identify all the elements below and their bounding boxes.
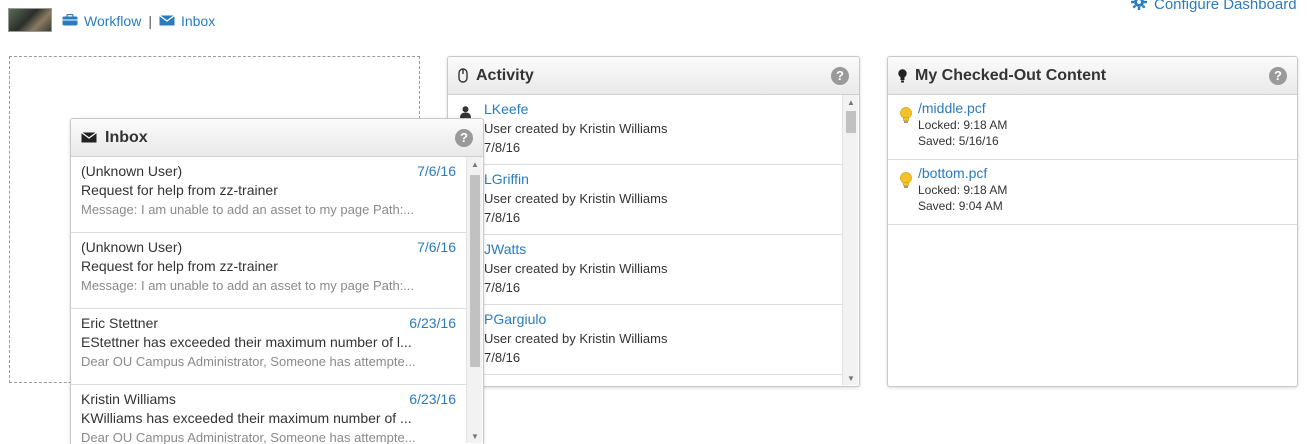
message-sender: (Unknown User) [81, 163, 183, 179]
locked-time: Locked: 9:18 AM [918, 118, 1008, 132]
message-sender: (Unknown User) [81, 239, 183, 255]
activity-description: User created by Kristin Williams [484, 191, 668, 206]
briefcase-icon [62, 13, 78, 29]
checked-out-title: My Checked-Out Content [915, 66, 1107, 84]
list-item: LGriffin User created by Kristin William… [448, 165, 842, 235]
mouse-icon [458, 68, 468, 83]
message-preview: Dear OU Campus Administrator, Someone ha… [81, 354, 416, 369]
list-item[interactable]: Eric Stettner 6/23/16 EStettner has excee… [71, 309, 466, 385]
checked-out-help-icon[interactable]: ? [1269, 66, 1287, 85]
activity-description: User created by Kristin Williams [484, 261, 668, 276]
message-preview: Dear OU Campus Administrator, Someone ha… [81, 430, 416, 444]
inbox-help-icon[interactable]: ? [455, 128, 473, 147]
nav-separator: | [148, 13, 152, 29]
inbox-list: (Unknown User) 7/6/16 Request for help fr… [71, 157, 466, 444]
lightbulb-icon [900, 172, 912, 193]
message-date: 7/6/16 [417, 163, 456, 179]
file-link[interactable]: /bottom.pcf [918, 165, 1297, 182]
scroll-down-icon[interactable]: ▼ [843, 371, 859, 385]
gear-icon [1131, 0, 1147, 14]
activity-scrollbar[interactable]: ▲ ▼ [842, 95, 858, 385]
scroll-down-icon[interactable]: ▼ [467, 429, 483, 443]
inbox-header[interactable]: Inbox ? [71, 119, 483, 157]
activity-panel: Activity ? LKeefe User created by Kristi… [447, 56, 860, 387]
list-item: LKeefe User created by Kristin Williams … [448, 95, 842, 165]
message-subject: EStettner has exceeded their maximum num… [81, 334, 412, 350]
list-item[interactable]: (Unknown User) 7/6/16 Request for help fr… [71, 157, 466, 233]
list-item: /middle.pcf Locked: 9:18 AM Saved: 5/16/… [888, 95, 1297, 160]
avatar[interactable] [8, 8, 52, 32]
checked-out-header[interactable]: My Checked-Out Content ? [888, 57, 1297, 95]
list-item: /bottom.pcf Locked: 9:18 AM Saved: 9:04 … [888, 160, 1297, 225]
file-link[interactable]: /middle.pcf [918, 100, 1297, 117]
envelope-icon [81, 132, 97, 143]
locked-time: Locked: 9:18 AM [918, 183, 1008, 197]
activity-user-link[interactable]: LKeefe [484, 100, 842, 119]
activity-date: 7/8/16 [484, 210, 521, 225]
saved-time: Saved: 5/16/16 [918, 134, 999, 148]
message-date: 6/23/16 [409, 391, 456, 407]
activity-date: 7/8/16 [484, 280, 521, 295]
scrollbar-thumb[interactable] [470, 175, 480, 367]
configure-dashboard-label: Configure Dashboard [1154, 0, 1297, 13]
message-sender: Kristin Williams [81, 391, 176, 407]
workflow-link[interactable]: Workflow [84, 13, 141, 29]
message-date: 7/6/16 [417, 239, 456, 255]
activity-date: 7/8/16 [484, 350, 521, 365]
configure-dashboard-link[interactable]: Configure Dashboard [1131, 0, 1297, 14]
message-sender: Eric Stettner [81, 315, 159, 331]
activity-user-link[interactable]: LGriffin [484, 170, 842, 189]
message-date: 6/23/16 [409, 315, 456, 331]
message-subject: Request for help from zz-trainer [81, 258, 278, 274]
message-preview: Message: I am unable to add an asset to … [81, 278, 415, 293]
scrollbar-thumb[interactable] [846, 111, 856, 133]
lightbulb-icon [898, 68, 907, 83]
list-item: JWatts User created by Kristin Williams … [448, 235, 842, 305]
saved-time: Saved: 9:04 AM [918, 199, 1003, 213]
inbox-title: Inbox [105, 128, 148, 146]
activity-description: User created by Kristin Williams [484, 121, 668, 136]
top-nav: Workflow | Inbox [62, 13, 215, 29]
message-subject: KWilliams has exceeded their maximum num… [81, 410, 412, 426]
list-item[interactable]: (Unknown User) 7/6/16 Request for help fr… [71, 233, 466, 309]
inbox-link[interactable]: Inbox [181, 13, 215, 29]
scroll-up-icon[interactable]: ▲ [843, 95, 859, 109]
list-item[interactable]: Kristin Williams 6/23/16 KWilliams has ex… [71, 385, 466, 444]
envelope-icon [159, 13, 175, 29]
activity-user-link[interactable]: PGargiulo [484, 310, 842, 329]
activity-help-icon[interactable]: ? [831, 66, 849, 85]
activity-title: Activity [476, 66, 534, 84]
activity-user-link[interactable]: JWatts [484, 240, 842, 259]
checked-out-panel: My Checked-Out Content ? /middle.pcf Loc… [887, 56, 1298, 387]
inbox-panel: Inbox ? (Unknown User) 7/6/16 Request for… [70, 118, 484, 444]
activity-list: LKeefe User created by Kristin Williams … [448, 95, 842, 386]
lightbulb-icon [900, 107, 912, 128]
inbox-scrollbar[interactable]: ▲ ▼ [466, 157, 482, 443]
activity-description: User created by Kristin Williams [484, 331, 668, 346]
activity-date: 7/8/16 [484, 140, 521, 155]
activity-header[interactable]: Activity ? [448, 57, 859, 95]
list-item: PGargiulo User created by Kristin Willia… [448, 305, 842, 375]
message-subject: Request for help from zz-trainer [81, 182, 278, 198]
scroll-up-icon[interactable]: ▲ [467, 157, 483, 171]
message-preview: Message: I am unable to add an asset to … [81, 202, 415, 217]
